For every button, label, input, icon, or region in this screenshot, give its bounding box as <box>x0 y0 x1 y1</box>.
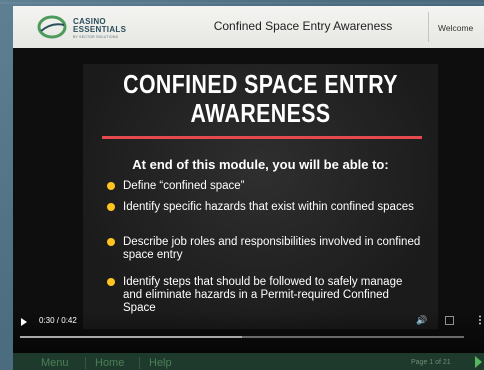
course-nav-bar: Menu Home Help Page 1 of 21 <box>13 353 484 370</box>
logo-line2: ESSENTIALS <box>73 25 127 34</box>
video-controls: 0:30 / 0:42 🔊 ⋮ <box>13 311 484 353</box>
slide-title-line2: AWARENESS <box>190 98 331 128</box>
bullet-dot-icon <box>107 238 115 246</box>
slide: CONFINED SPACE ENTRY AWARENESS At end of… <box>83 64 438 329</box>
help-button[interactable]: Help <box>149 357 172 369</box>
home-button[interactable]: Home <box>95 357 124 369</box>
page-counter: Page 1 of 21 <box>411 359 451 366</box>
menu-button[interactable]: Menu <box>41 357 69 369</box>
bullet-dot-icon <box>107 182 115 190</box>
bullet-text: Identify steps that should be followed t… <box>123 276 403 314</box>
bullet-item: Identify specific hazards that exist wit… <box>107 201 423 214</box>
bullet-item: Describe job roles and responsibilities … <box>107 236 423 262</box>
header-divider <box>428 12 429 42</box>
controls-background <box>13 311 484 353</box>
logo-tagline: BY SECTOR SOLUTIONS <box>73 35 119 39</box>
progress-buffered <box>20 336 242 338</box>
nav-separator <box>85 357 86 369</box>
welcome-text: Welcome <box>438 23 474 33</box>
course-title: Confined Space Entry Awareness <box>213 19 393 33</box>
nav-separator <box>139 357 140 369</box>
fullscreen-icon[interactable] <box>445 316 454 325</box>
more-options-icon[interactable]: ⋮ <box>475 315 484 326</box>
bullet-item: Define “confined space” <box>107 180 423 193</box>
bullet-text: Define “confined space” <box>123 180 245 192</box>
bullet-dot-icon <box>107 278 115 286</box>
logo-swoosh-icon <box>37 15 67 39</box>
course-header: CASINO ESSENTIALS BY SECTOR SOLUTIONS Co… <box>13 6 484 49</box>
slide-intro: At end of this module, you will be able … <box>132 157 389 172</box>
slide-title-line1: CONFINED SPACE ENTRY <box>123 69 398 99</box>
progress-bar[interactable] <box>20 336 464 338</box>
bullet-text: Identify specific hazards that exist wit… <box>123 201 414 213</box>
bullet-dot-icon <box>107 203 115 211</box>
play-icon[interactable] <box>21 318 27 326</box>
casino-essentials-logo: CASINO ESSENTIALS BY SECTOR SOLUTIONS <box>37 10 147 44</box>
bullet-item: Identify steps that should be followed t… <box>107 276 423 315</box>
next-arrow-icon[interactable] <box>475 356 482 368</box>
time-display: 0:30 / 0:42 <box>39 316 77 325</box>
video-player[interactable]: CONFINED SPACE ENTRY AWARENESS At end of… <box>13 48 484 353</box>
slide-title: CONFINED SPACE ENTRY AWARENESS <box>115 70 406 128</box>
volume-icon[interactable]: 🔊 <box>416 315 427 326</box>
bullet-text: Describe job roles and responsibilities … <box>123 236 421 261</box>
title-underline <box>102 136 422 139</box>
